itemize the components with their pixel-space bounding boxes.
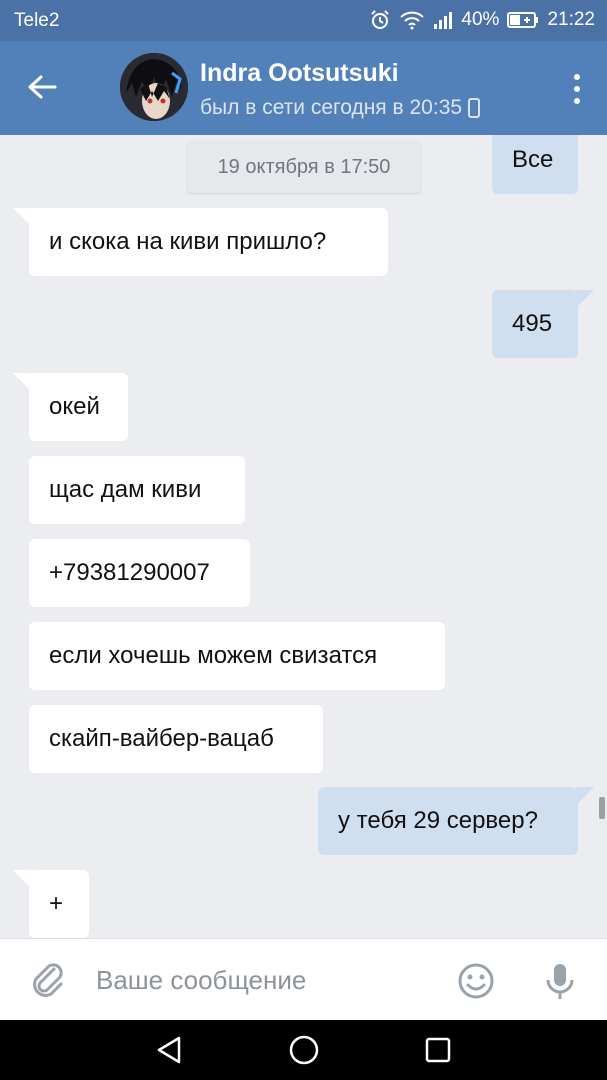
clock: 21:22 — [547, 9, 595, 30]
emoji-button[interactable] — [456, 961, 496, 1001]
message-input[interactable] — [96, 959, 436, 1001]
contact-name[interactable]: Indra Ootsutsuki — [200, 59, 399, 88]
triangle-back-icon — [157, 1036, 181, 1064]
back-button[interactable] — [22, 67, 62, 107]
arrow-left-icon — [28, 75, 57, 99]
message-text: скайп-вайбер-вацаб — [49, 725, 274, 752]
message-bubble-outgoing[interactable]: у тебя 29 сервер? — [318, 787, 594, 855]
chat-header: Indra Ootsutsuki был в сети сегодня в 20… — [0, 41, 607, 135]
battery-percent: 40% — [461, 9, 500, 30]
system-navigation-bar — [0, 1020, 607, 1080]
status-bar: Tele2 40% 21:22 — [0, 0, 607, 41]
message-bubble-incoming[interactable]: щас дам киви — [29, 456, 245, 524]
mobile-device-icon — [468, 98, 481, 118]
voice-message-button[interactable] — [543, 961, 577, 1001]
message-text: Все — [512, 145, 554, 173]
date-separator: 19 октября в 17:50 — [187, 141, 421, 193]
more-options-button[interactable] — [567, 69, 587, 109]
nav-home-button[interactable] — [284, 1030, 324, 1070]
more-vertical-icon — [574, 74, 580, 104]
message-bubble-outgoing[interactable]: 495 — [492, 290, 594, 358]
attach-button[interactable] — [28, 959, 68, 999]
message-text: +79381290007 — [49, 559, 210, 586]
square-recent-icon — [425, 1037, 451, 1063]
message-text: + — [49, 890, 64, 917]
circle-home-icon — [289, 1035, 319, 1065]
signal-icon — [433, 10, 453, 30]
message-text: у тебя 29 сервер? — [338, 807, 538, 834]
message-text: 495 — [512, 310, 553, 337]
message-bubble-incoming[interactable]: + — [13, 870, 89, 938]
message-text: и скока на киви пришло? — [49, 228, 327, 255]
battery-icon — [507, 11, 539, 29]
message-composer — [0, 938, 607, 1020]
microphone-icon — [546, 964, 574, 999]
message-bubble-incoming[interactable]: окей — [13, 373, 128, 441]
scrollbar[interactable] — [599, 797, 605, 819]
carrier-name: Tele2 — [14, 10, 60, 31]
paperclip-icon — [33, 963, 63, 997]
message-bubble-incoming[interactable]: если хочешь можем свизатся — [29, 622, 445, 690]
status-indicators: 40% 21:22 — [369, 9, 595, 31]
nav-back-button[interactable] — [149, 1030, 189, 1070]
wifi-icon — [399, 10, 425, 30]
message-bubble-incoming[interactable]: и скока на киви пришло? — [13, 208, 388, 276]
message-bubble-incoming[interactable]: скайп-вайбер-вацаб — [29, 705, 323, 773]
message-list[interactable]: Все 19 октября в 17:50 и скока на киви п… — [0, 135, 607, 938]
nav-recent-apps-button[interactable] — [418, 1030, 458, 1070]
contact-avatar[interactable] — [120, 53, 188, 121]
message-text: щас дам киви — [49, 476, 202, 503]
smiley-icon — [458, 963, 494, 999]
message-text: окей — [49, 393, 100, 420]
alarm-icon — [369, 9, 391, 31]
contact-status: был в сети сегодня в 20:35 — [200, 96, 481, 120]
message-bubble-incoming[interactable]: +79381290007 — [29, 539, 250, 607]
message-text: если хочешь можем свизатся — [49, 642, 378, 669]
message-bubble-outgoing[interactable]: Все — [492, 135, 578, 194]
last-seen-text: был в сети сегодня в 20:35 — [200, 96, 463, 119]
